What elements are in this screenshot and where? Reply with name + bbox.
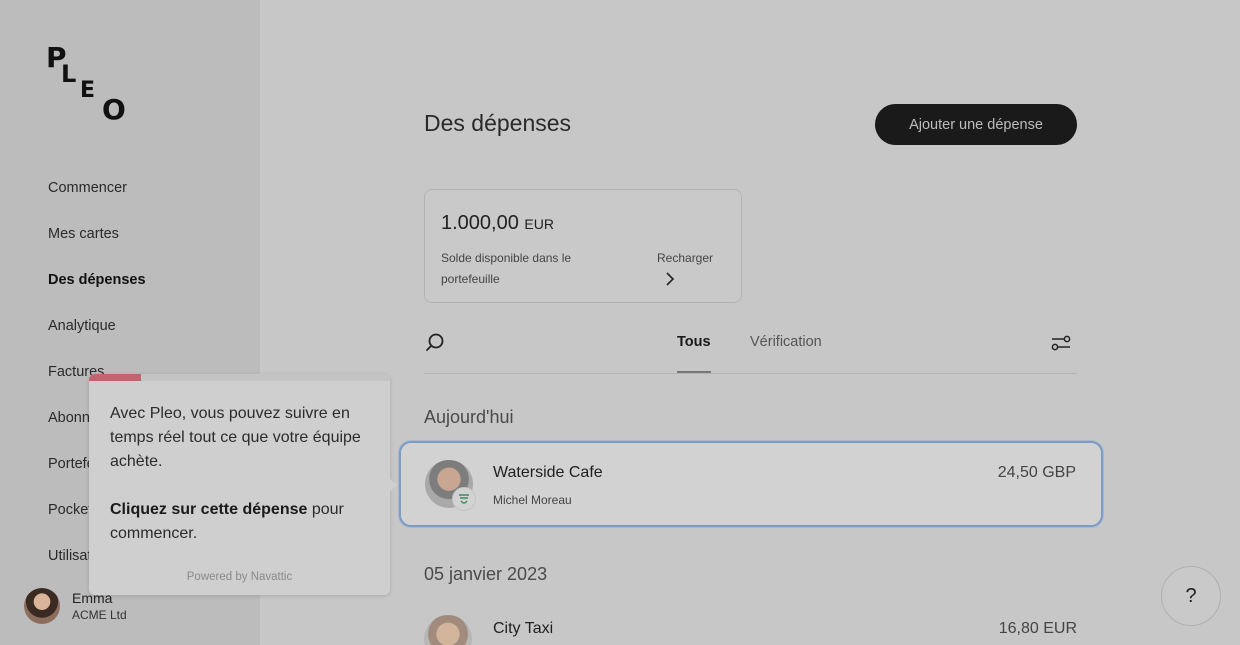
recharge-link[interactable]: Recharger [657,248,713,269]
logo-letter-o: O [102,93,126,126]
avatar [424,615,472,645]
avatar [24,588,60,624]
category-badge [452,487,476,511]
powered-by-link[interactable]: Powered by Navattic [89,571,390,583]
sidebar-item-analytique[interactable]: Analytique [48,316,146,362]
expense-amount: 16,80 EUR [998,620,1077,637]
tooltip-progress-track [141,374,390,381]
section-title-date: 05 janvier 2023 [424,564,548,584]
expense-amount: 24,50 GBP [997,464,1076,481]
chevron-right-icon[interactable] [661,270,679,288]
tooltip-progress-bar [89,374,141,381]
food-icon [459,494,469,504]
expense-person: Michel Moreau [493,493,572,507]
section-title-today: Aujourd'hui [424,407,514,427]
logo-letter-l: L [61,60,77,88]
wallet-amount: 1.000,00 [441,212,519,234]
filter-icon[interactable] [1050,332,1072,354]
expense-merchant: Waterside Cafe [493,464,603,481]
tab-verification[interactable]: Vérification [750,334,822,350]
wallet-balance: 1.000,00 EUR [441,212,554,235]
active-tab-indicator [677,371,711,373]
expense-row-waterside-cafe[interactable]: Waterside Cafe Michel Moreau 24,50 GBP [399,441,1103,527]
expense-merchant: City Taxi [493,620,554,637]
sidebar-item-des-depenses[interactable]: Des dépenses [48,270,146,316]
expense-row-city-taxi[interactable]: City Taxi 16,80 EUR [424,605,1077,645]
wallet-label: Solde disponible dans le portefeuille [441,251,572,286]
tooltip-cta-bold: Cliquez sur cette dépense [110,501,308,518]
tab-tous[interactable]: Tous [677,334,711,350]
sidebar-item-commencer[interactable]: Commencer [48,178,146,224]
tooltip-arrow [388,477,397,493]
pleo-logo[interactable]: P L E O [46,44,136,128]
sidebar-item-mes-cartes[interactable]: Mes cartes [48,224,146,270]
help-button[interactable]: ? [1161,566,1221,626]
logo-letter-e: E [80,78,96,103]
onboarding-tooltip: Avec Pleo, vous pouvez suivre en temps r… [89,374,397,595]
tooltip-cta: Cliquez sur cette dépense pour commencer… [110,498,372,546]
filter-tabs: Tous Vérification [424,322,1077,374]
add-expense-button[interactable]: Ajouter une dépense [875,104,1077,145]
wallet-currency: EUR [524,216,554,232]
search-icon[interactable] [424,332,446,354]
page-title: Des dépenses [424,110,572,136]
wallet-card: 1.000,00 EUR Solde disponible dans le po… [424,189,742,303]
tooltip-text: Avec Pleo, vous pouvez suivre en temps r… [110,405,361,470]
user-org: ACME Ltd [72,607,127,622]
